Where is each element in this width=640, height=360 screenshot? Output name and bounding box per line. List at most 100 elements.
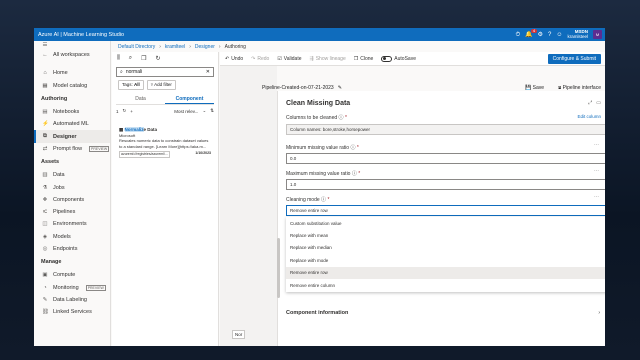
refresh-icon[interactable]: ↻ [156,55,161,62]
component-card[interactable]: ▦ Normalize Data Microsoft Rescales nume… [116,124,214,161]
nav-jobs[interactable]: ⚗ Jobs [34,181,110,193]
info-icon[interactable]: ⓘ [321,197,326,203]
left-nav: ☰ ← All workspaces ⌂ Home ▦ Model catalog A… [34,41,111,346]
nav-data-labeling[interactable]: ✎ Data Labeling [34,294,110,306]
redo-button[interactable]: ↷ Redo [251,56,269,62]
nav-pipelines[interactable]: ⑆ Pipelines [34,206,110,218]
sort-order-icon[interactable]: ⇅ [210,108,214,114]
search-icon[interactable]: ⌕ [129,55,132,62]
breadcrumb: Default Directory › kramlteel › Designer › … [118,43,246,50]
catalog-icon: ▦ [42,82,48,89]
tab-component[interactable]: Component [165,96,214,104]
search-icon: ⌕ [120,69,123,75]
cleaning-mode-dropdown[interactable]: Remove entire row ⌄ [286,205,605,216]
breadcrumb-designer[interactable]: Designer [195,44,215,50]
validate-button[interactable]: ☑ Validate [277,56,301,62]
show-lineage-button[interactable]: ⇶ Show lineage [310,56,346,62]
properties-panel: Clean Missing Data ⤢ ▭ Columns to be cle… [277,91,605,346]
max-ratio-input[interactable]: 1.0 [286,179,605,190]
more-options-icon[interactable]: ⋯ [594,194,599,200]
option-replace-mode[interactable]: Replace with mode [286,254,605,266]
nav-environments[interactable]: ◫ Environments [34,218,110,230]
undo-button[interactable]: ↶ Undo [225,56,243,62]
jobs-icon: ⚗ [42,184,48,191]
configure-submit-button[interactable]: Configure & Submit [547,54,601,64]
edit-column-link[interactable]: Edit column [577,114,601,119]
search-value: normali [125,69,143,75]
info-icon[interactable]: ⓘ [352,171,357,177]
asset-search-input[interactable]: ⌕ normali ✕ [116,67,214,77]
refresh-icon[interactable]: ↻ [123,108,127,114]
sort-dropdown[interactable]: Most relev... [174,109,198,114]
library-icon[interactable]: ⫼ [117,55,120,62]
tags-chip[interactable]: Tags: All [118,80,144,90]
breadcrumb-directory[interactable]: Default Directory [118,44,155,50]
max-ratio-label: Maximum missing value ratio ⓘ * [286,171,361,177]
compute-icon: ▣ [42,272,48,279]
nav-compute[interactable]: ▣ Compute [34,269,110,281]
user-org: kramlsteel [567,33,588,39]
notification-badge: 4 [531,28,537,33]
avatar[interactable]: M [593,30,602,39]
nav-notebooks[interactable]: ▤ Notebooks [34,106,110,118]
asset-library-panel: ⫼ ⌕ ❐ ↻ ⌕ normali ✕ Tags: All ▿ Add filt… [112,52,219,346]
undo-icon: ↶ [225,55,230,62]
nav-endpoints[interactable]: ◎ Endpoints [34,243,110,255]
clone-button[interactable]: ❐ Clone [354,56,374,62]
tab-data[interactable]: Data [116,96,165,104]
option-replace-mean[interactable]: Replace with mean [286,229,605,241]
component-info-header[interactable]: Component information [286,310,348,316]
nav-model-catalog[interactable]: ▦ Model catalog [34,80,110,92]
chevron-right-icon[interactable]: › [598,310,600,316]
option-replace-median[interactable]: Replace with median [286,242,605,254]
columns-label: Columns to be cleaned ⓘ * [286,115,347,121]
breadcrumb-workspace[interactable]: kramlteel [165,44,185,50]
min-ratio-input[interactable]: 0.0 [286,153,605,164]
user-info[interactable]: MSDN kramlsteel [567,29,588,40]
notifications-icon[interactable]: 🔔 4 [525,28,537,38]
expand-icon[interactable]: ⤢ [588,100,592,106]
nav-components[interactable]: ❖ Components [34,194,110,206]
option-custom-substitution[interactable]: Custom substitution value [286,217,605,229]
nav-section-assets: Assets [41,159,60,166]
environments-icon: ◫ [42,221,48,228]
more-options-icon[interactable]: ⋯ [594,168,599,174]
more-options-icon[interactable]: ⋯ [594,142,599,148]
asset-panel-icons: ⫼ ⌕ ❐ ↻ [112,52,218,64]
clear-icon[interactable]: ✕ [206,69,210,75]
nav-all-workspaces[interactable]: ← All workspaces [34,49,110,61]
top-bar-actions: ⏱ 🔔 4 ⚙ ? ☺ MSDN kramlsteel M [515,28,602,41]
nav-designer[interactable]: ⧉ Designer [34,130,110,143]
nav-models[interactable]: ◈ Models [34,231,110,243]
pipeline-canvas[interactable] [220,66,277,346]
add-filter-button[interactable]: ▿ Add filter [146,80,176,90]
help-icon[interactable]: ? [548,32,551,38]
component-icon[interactable]: ❐ [141,55,146,62]
dock-icon[interactable]: ▭ [596,100,601,106]
option-remove-row[interactable]: Remove entire row [286,266,605,279]
panel-scrollbar[interactable] [277,238,280,298]
settings-icon[interactable]: ⚙ [538,32,543,38]
card-tag: azureml://registries/azureml/... [119,151,170,158]
nav-linked-services[interactable]: ⛓ Linked Services [34,306,110,318]
studio-window: Azure AI | Machine Learning Studio ⏱ 🔔 4 … [34,28,605,346]
nav-data[interactable]: ▥ Data [34,169,110,181]
nav-section-authoring: Authoring [41,95,68,102]
nav-monitoring[interactable]: ◔ Monitoring PREVIEW [34,281,110,293]
chevron-down-icon[interactable]: ⌄ [202,108,206,114]
hamburger-menu[interactable]: ☰ [34,41,110,49]
panel-title: Clean Missing Data [286,100,351,107]
option-remove-column[interactable]: Remove entire column [286,279,605,291]
autosave-toggle[interactable]: AutoSave [381,55,416,62]
monitoring-icon: ◔ [43,284,47,291]
nav-home[interactable]: ⌂ Home [34,67,110,79]
info-icon[interactable]: ⓘ [339,115,344,121]
canvas-node[interactable]: Nor [232,330,246,339]
tag-filters: Tags: All ▿ Add filter [118,80,212,90]
info-icon[interactable]: ⓘ [350,145,355,151]
nav-automated-ml[interactable]: ⚡ Automated ML [34,118,110,130]
clock-icon[interactable]: ⏱ [515,32,520,38]
add-icon[interactable]: + [130,109,133,114]
feedback-icon[interactable]: ☺ [556,32,562,38]
nav-prompt-flow[interactable]: ⇄ Prompt flow PREVIEW [34,143,110,155]
